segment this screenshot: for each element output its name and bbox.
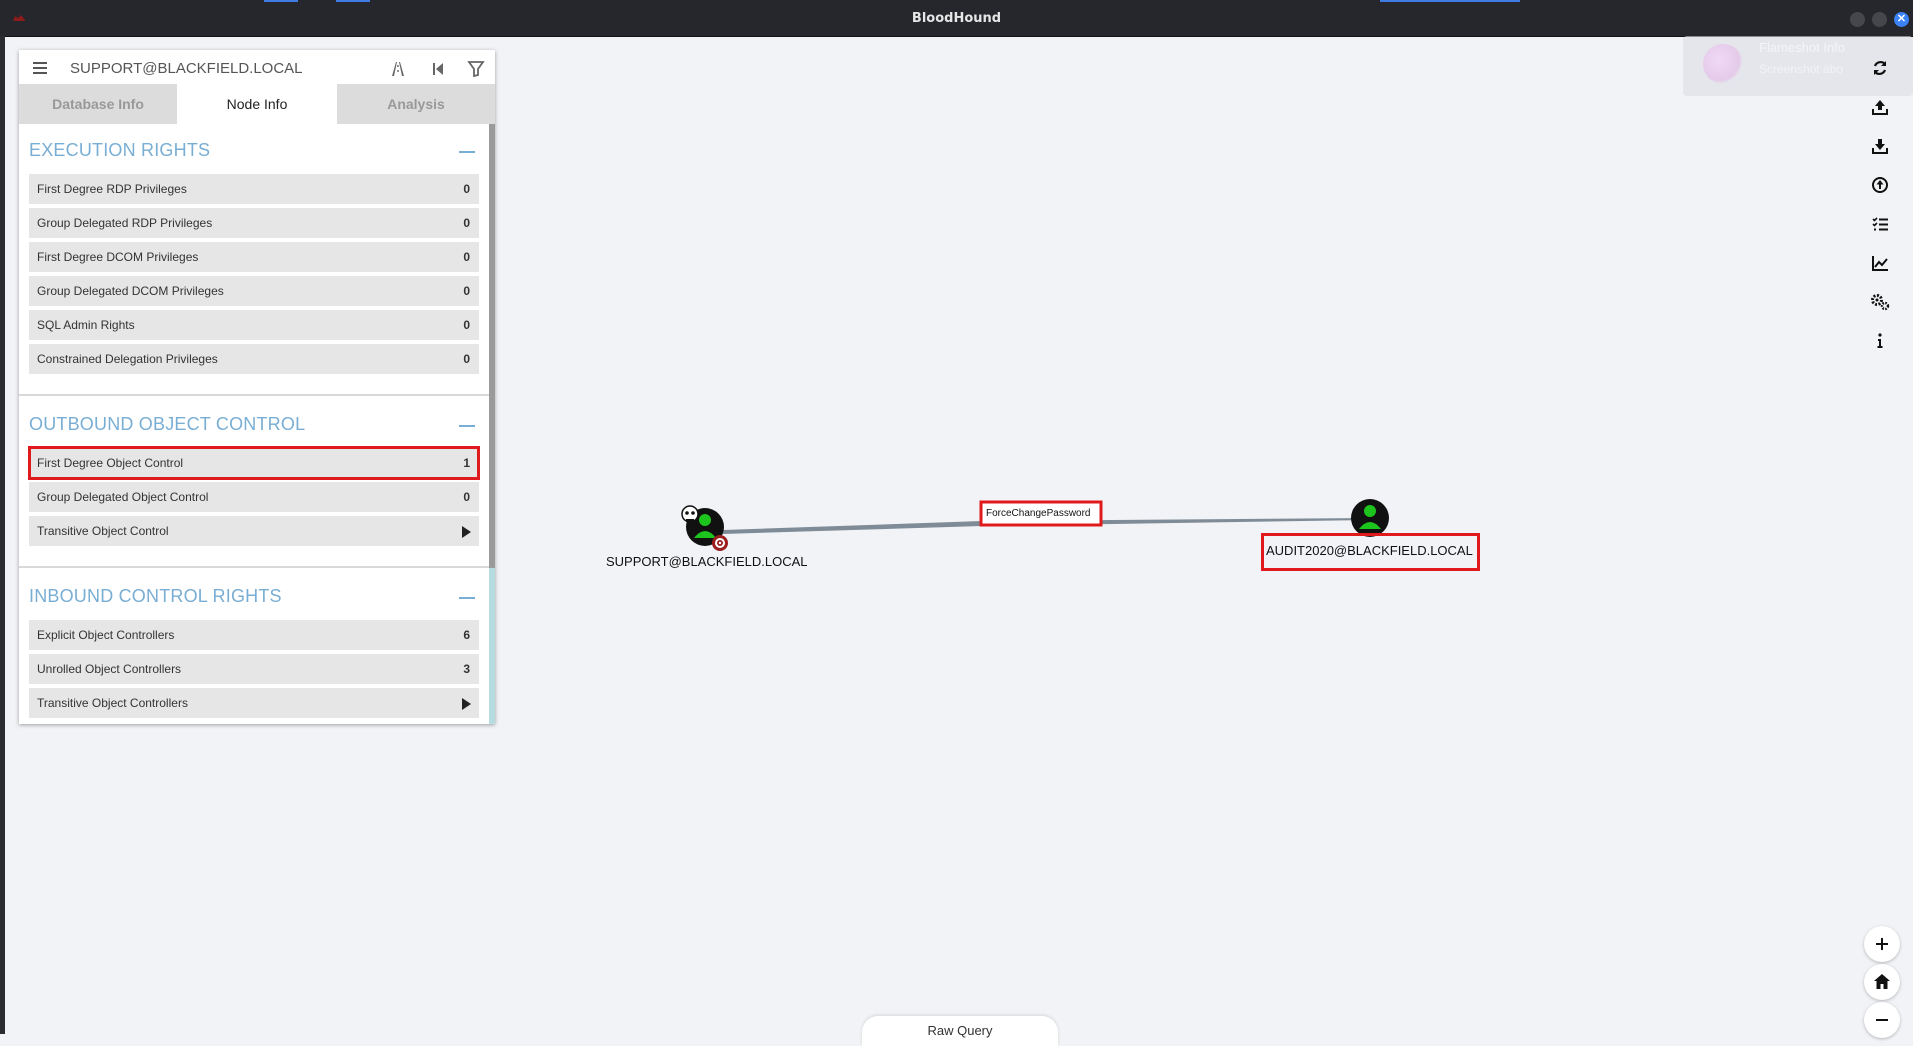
list-item[interactable]: Transitive Object Control [29,516,479,548]
outbound-object-control-header[interactable]: OUTBOUND OBJECT CONTROL [29,414,305,435]
pathfinding-icon[interactable] [388,59,408,79]
row-label: SQL Admin Rights [37,318,135,332]
info-icon [1877,333,1883,348]
home-icon [1874,974,1890,989]
row-count: 0 [463,216,470,230]
settings-button[interactable] [1864,286,1896,318]
target-node-icon[interactable] [1351,499,1389,537]
row-label: First Degree Object Control [37,456,184,470]
reset-view-button[interactable] [1864,964,1900,1000]
row-label: Transitive Object Control [37,524,169,538]
analytics-button[interactable] [1864,247,1896,279]
zoom-out-button[interactable] [1864,1002,1900,1038]
back-icon[interactable] [428,59,448,79]
execution-rights-header[interactable]: EXECUTION RIGHTS [29,140,210,161]
row-label: Explicit Object Controllers [37,628,175,642]
import-graph-button[interactable] [1864,130,1896,162]
row-label: Group Delegated DCOM Privileges [37,284,224,298]
upload-data-button[interactable] [1864,169,1896,201]
minimize-button[interactable] [1850,12,1865,27]
notification-title: Flameshot Info [1759,40,1845,55]
section-divider [19,394,489,396]
row-label: Group Delegated Object Control [37,490,209,504]
search-input[interactable]: SUPPORT@BLACKFIELD.LOCAL [70,60,303,77]
list-item[interactable]: Explicit Object Controllers 6 [29,620,479,652]
row-count: 6 [463,628,470,642]
list-item[interactable]: Group Delegated DCOM Privileges 0 [29,276,479,308]
minus-icon [1876,1019,1888,1021]
window-title: BloodHound [911,11,1002,26]
row-label: Constrained Delegation Privileges [37,352,218,366]
refresh-icon [1873,61,1887,75]
list-item[interactable]: Transitive Object Controllers [29,688,479,720]
list-item[interactable]: Group Delegated RDP Privileges 0 [29,208,479,240]
row-count: 0 [463,182,470,196]
export-graph-button[interactable] [1864,91,1896,123]
upload-icon [1872,100,1888,115]
close-button[interactable]: ✕ [1894,12,1909,27]
row-count: 0 [463,318,470,332]
raw-query-toggle[interactable]: Raw Query [862,1016,1058,1046]
row-count: 0 [463,284,470,298]
row-count: 1 [463,456,470,470]
expand-arrow-icon[interactable] [462,698,471,710]
maximize-button[interactable] [1872,12,1887,27]
notification-text: Screenshot abo [1759,62,1844,76]
list-item[interactable]: First Degree RDP Privileges 0 [29,174,479,206]
refresh-button[interactable] [1864,52,1896,84]
scrollbar-accent [489,568,495,724]
row-label: Transitive Object Controllers [37,696,188,710]
gears-icon [1871,294,1890,311]
row-label: First Degree DCOM Privileges [37,250,199,264]
list-item[interactable]: First Degree DCOM Privileges 0 [29,242,479,274]
flameshot-logo-icon [1703,44,1743,84]
scrollbar-thumb[interactable] [489,124,495,568]
tab-node-info[interactable]: Node Info [178,84,336,124]
zoom-in-button[interactable] [1864,926,1900,962]
node-info-panel: SUPPORT@BLACKFIELD.LOCAL Database Info N… [19,50,495,724]
plus-icon [1876,938,1888,950]
hamburger-menu-icon[interactable] [33,61,47,75]
row-count: 0 [463,250,470,264]
edge-label[interactable]: ForceChangePassword [986,508,1091,519]
list-check-icon [1872,217,1888,231]
row-count: 0 [463,490,470,504]
top-edge-strip [264,0,1520,2]
tab-database-info[interactable]: Database Info [19,84,177,124]
graph-edge [723,518,1371,534]
list-item[interactable]: Unrolled Object Controllers 3 [29,654,479,686]
window-titlebar: BloodHound ✕ [0,0,1913,37]
section-divider [19,566,489,568]
tab-analysis[interactable]: Analysis [337,84,495,124]
filter-icon[interactable] [466,59,486,79]
list-item[interactable]: SQL Admin Rights 0 [29,310,479,342]
panel-content[interactable]: EXECUTION RIGHTS First Degree RDP Privil… [19,124,495,724]
row-count: 3 [463,662,470,676]
inbound-control-rights-header[interactable]: INBOUND CONTROL RIGHTS [29,586,282,607]
target-node-label[interactable]: AUDIT2020@BLACKFIELD.LOCAL [1266,543,1473,558]
queries-button[interactable] [1864,208,1896,240]
line-chart-icon [1872,256,1888,271]
row-label: First Degree RDP Privileges [37,182,187,196]
panel-tabs: Database Info Node Info Analysis [19,84,495,124]
list-item[interactable]: Group Delegated Object Control 0 [29,482,479,514]
list-item[interactable]: First Degree Object Control 1 [29,448,479,480]
source-node-icon[interactable] [686,508,724,546]
collapse-icon[interactable] [459,151,475,153]
about-button[interactable] [1864,325,1896,357]
upload-circle-icon [1872,177,1888,193]
source-node-label[interactable]: SUPPORT@BLACKFIELD.LOCAL [606,554,808,569]
download-icon [1872,139,1888,154]
collapse-icon[interactable] [459,597,475,599]
collapse-icon[interactable] [459,425,475,427]
row-label: Unrolled Object Controllers [37,662,182,676]
search-bar: SUPPORT@BLACKFIELD.LOCAL [19,50,495,88]
row-label: Group Delegated RDP Privileges [37,216,213,230]
left-edge-strip [0,36,5,1034]
list-item[interactable]: Constrained Delegation Privileges 0 [29,344,479,376]
row-count: 0 [463,352,470,366]
expand-arrow-icon[interactable] [462,526,471,538]
